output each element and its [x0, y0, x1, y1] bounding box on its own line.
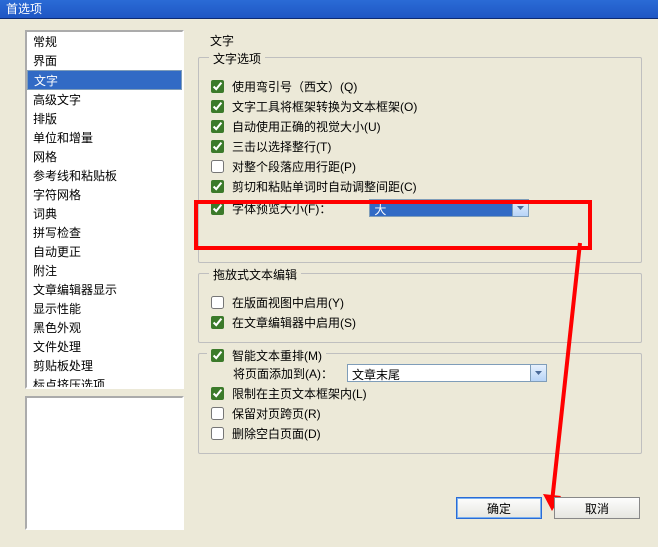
convframe-label: 文字工具将框架转换为文本框架(O): [232, 98, 417, 115]
ok-button[interactable]: 确定: [456, 497, 542, 519]
smart-reflow-label: 智能文本重排(M): [232, 347, 322, 364]
cutspace-label: 剪切和粘贴单词时自动调整间距(C): [232, 178, 417, 195]
window-titlebar: 首选项: [0, 0, 658, 19]
group-text-options: 文字选项 使用弯引号（西文）(Q)文字工具将框架转换为文本框架(O)自动使用正确…: [198, 57, 642, 263]
category-item[interactable]: 字符网格: [27, 185, 182, 204]
limitmaster-label: 限制在主页文本框架内(L): [232, 385, 367, 402]
preview-box: [25, 396, 184, 530]
category-item[interactable]: 附注: [27, 261, 182, 280]
category-item[interactable]: 剪贴板处理: [27, 356, 182, 375]
paraspace-checkbox[interactable]: [211, 160, 224, 173]
category-item[interactable]: 界面: [27, 51, 182, 70]
layoutview-checkbox[interactable]: [211, 296, 224, 309]
facing-label: 保留对页跨页(R): [232, 405, 321, 422]
limitmaster-checkbox[interactable]: [211, 387, 224, 400]
category-item[interactable]: 网格: [27, 147, 182, 166]
category-item[interactable]: 拼写检查: [27, 223, 182, 242]
category-item[interactable]: 文字: [27, 70, 182, 90]
layoutview-label: 在版面视图中启用(Y): [232, 294, 344, 311]
font-preview-label: 字体预览大小(F)：: [232, 200, 331, 217]
convframe-checkbox[interactable]: [211, 100, 224, 113]
paraspace-label: 对整个段落应用行距(P): [232, 158, 356, 175]
group-drag-edit: 拖放式文本编辑 在版面视图中启用(Y)在文章编辑器中启用(S): [198, 273, 642, 343]
visualsize-label: 自动使用正确的视觉大小(U): [232, 118, 381, 135]
category-list[interactable]: 常规界面文字高级文字排版单位和增量网格参考线和粘贴板字符网格词典拼写检查自动更正…: [25, 30, 184, 389]
delblank-label: 删除空白页面(D): [232, 425, 321, 442]
group-text-options-legend: 文字选项: [209, 50, 265, 67]
quotes-checkbox[interactable]: [211, 80, 224, 93]
font-preview-size-value: 大: [369, 199, 512, 217]
add-pages-label: 将页面添加到(A)：: [233, 365, 333, 382]
window-title: 首选项: [6, 2, 42, 16]
panel-heading: 文字: [210, 32, 644, 49]
category-item[interactable]: 自动更正: [27, 242, 182, 261]
cancel-button[interactable]: 取消: [554, 497, 640, 519]
quotes-label: 使用弯引号（西文）(Q): [232, 78, 357, 95]
font-preview-checkbox[interactable]: [211, 202, 224, 215]
category-item[interactable]: 词典: [27, 204, 182, 223]
group-smart-reflow: 智能文本重排(M) 将页面添加到(A)： 文章末尾 限制在主页文本框架内(L)保…: [198, 353, 642, 454]
add-pages-select[interactable]: 文章末尾: [347, 364, 547, 382]
smart-reflow-checkbox[interactable]: [211, 349, 224, 362]
triple-checkbox[interactable]: [211, 140, 224, 153]
group-drag-edit-legend: 拖放式文本编辑: [209, 266, 301, 283]
category-item[interactable]: 排版: [27, 109, 182, 128]
dropdown-arrow-icon[interactable]: [530, 364, 547, 382]
category-item[interactable]: 高级文字: [27, 90, 182, 109]
delblank-checkbox[interactable]: [211, 427, 224, 440]
category-item[interactable]: 黑色外观: [27, 318, 182, 337]
facing-checkbox[interactable]: [211, 407, 224, 420]
storyedit-label: 在文章编辑器中启用(S): [232, 314, 356, 331]
storyedit-checkbox[interactable]: [211, 316, 224, 329]
visualsize-checkbox[interactable]: [211, 120, 224, 133]
dropdown-arrow-icon[interactable]: [512, 199, 529, 217]
category-item[interactable]: 文章编辑器显示: [27, 280, 182, 299]
add-pages-value: 文章末尾: [347, 364, 530, 382]
triple-label: 三击以选择整行(T): [232, 138, 331, 155]
category-item[interactable]: 显示性能: [27, 299, 182, 318]
category-item[interactable]: 文件处理: [27, 337, 182, 356]
cutspace-checkbox[interactable]: [211, 180, 224, 193]
category-item[interactable]: 标点挤压选项: [27, 375, 182, 389]
category-item[interactable]: 参考线和粘贴板: [27, 166, 182, 185]
category-item[interactable]: 单位和增量: [27, 128, 182, 147]
font-preview-size-select[interactable]: 大: [369, 199, 529, 217]
category-item[interactable]: 常规: [27, 32, 182, 51]
